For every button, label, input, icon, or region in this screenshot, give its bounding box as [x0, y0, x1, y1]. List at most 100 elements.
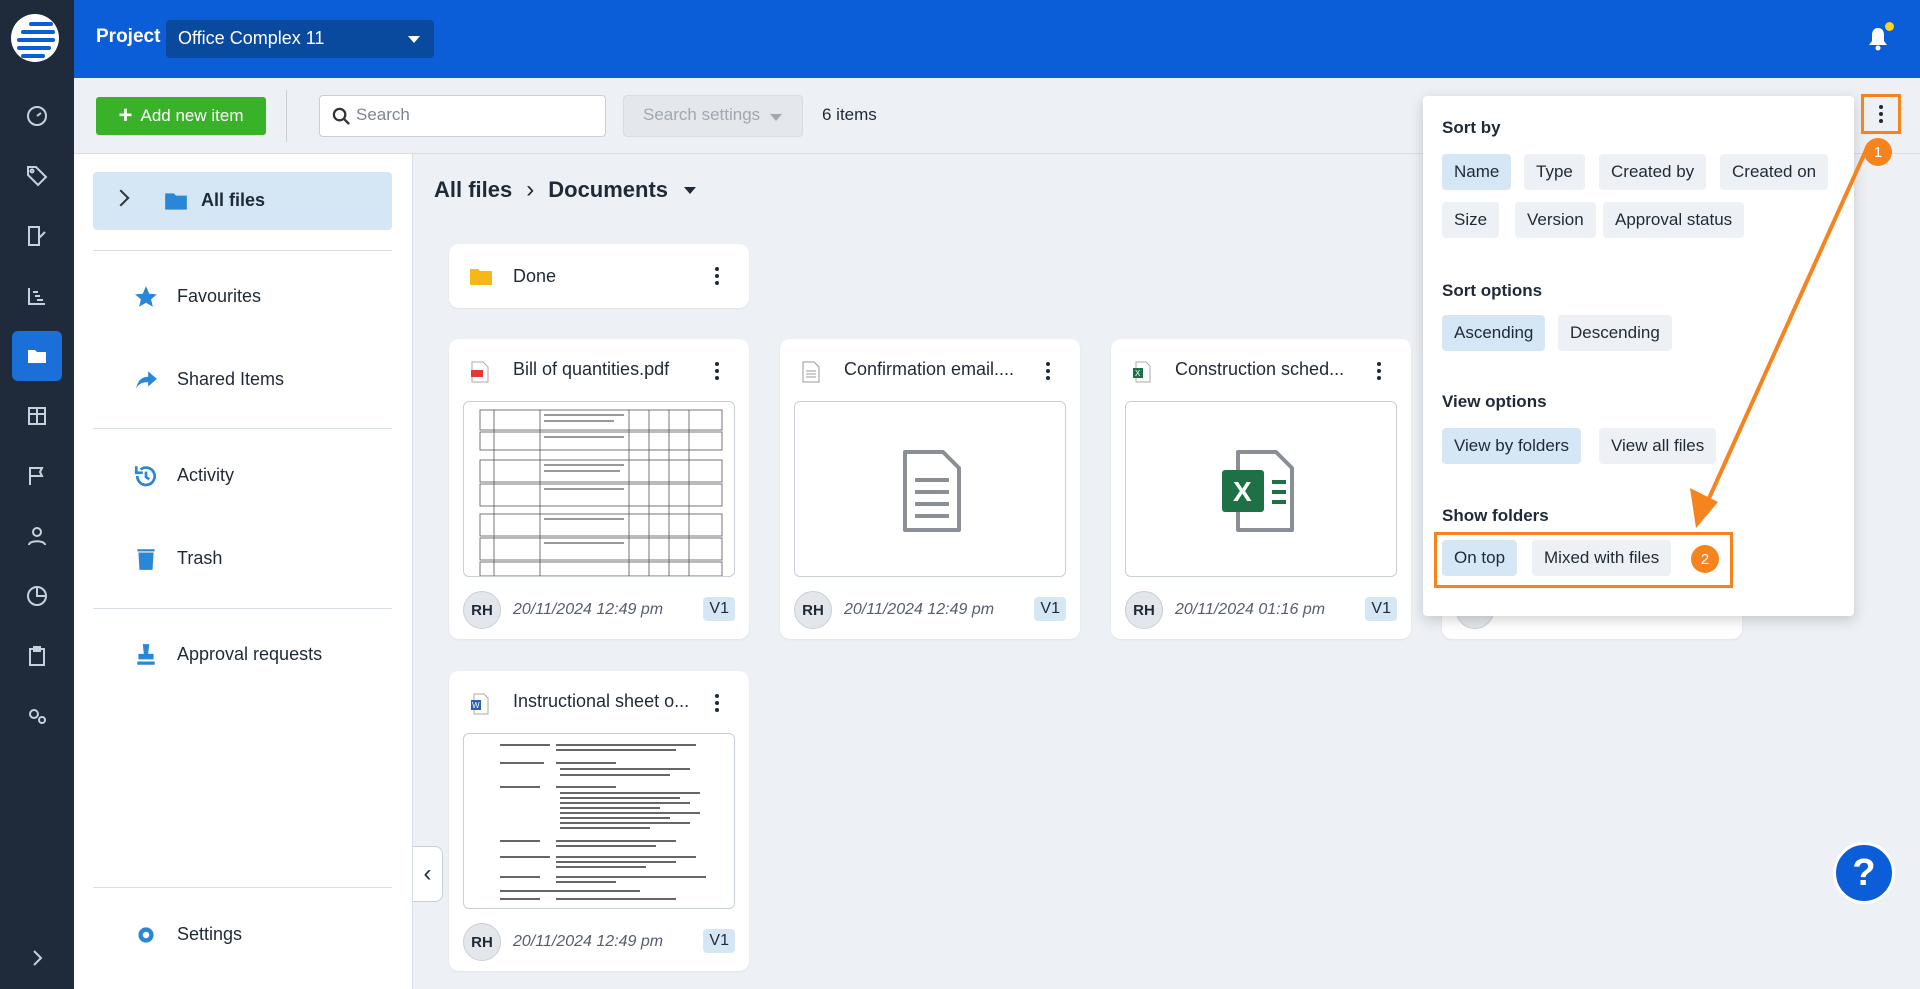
edit-document-icon[interactable] [12, 211, 62, 261]
file-date: 20/11/2024 01:16 pm [1175, 601, 1326, 618]
sort-ascending-option[interactable]: Ascending [1442, 315, 1546, 351]
sort-size-option[interactable]: Size [1442, 202, 1500, 238]
version-badge: V1 [1034, 597, 1066, 621]
file-card[interactable]: Bill of quantities.pdf RH 20/11/2024 12:… [449, 339, 749, 639]
file-menu-button[interactable] [707, 691, 727, 715]
expand-rail-icon[interactable] [12, 933, 62, 983]
view-options-menu-button[interactable] [1861, 94, 1901, 134]
file-date: 20/11/2024 12:49 pm [513, 601, 664, 618]
flag-icon[interactable] [12, 451, 62, 501]
file-menu-button[interactable] [1369, 359, 1389, 383]
nav-divider [93, 608, 392, 609]
sort-descending-option[interactable]: Descending [1558, 315, 1672, 351]
files-icon[interactable] [12, 331, 62, 381]
excel-logo-icon: X [1222, 450, 1294, 532]
sort-version-option[interactable]: Version [1515, 202, 1596, 238]
file-menu-button[interactable] [1038, 359, 1058, 383]
sort-options-heading: Sort options [1442, 281, 1543, 300]
pie-chart-icon[interactable] [12, 571, 62, 621]
nav-favourites[interactable]: Favourites [93, 268, 392, 326]
nav-activity[interactable]: Activity [93, 447, 392, 505]
nav-approval-requests[interactable]: Approval requests [93, 626, 392, 684]
file-card[interactable]: W Instructional sheet o... RH 20/11/2024… [449, 671, 749, 971]
file-name: Bill of quantities.pdf [513, 359, 670, 379]
folder-icon [470, 269, 492, 285]
file-card[interactable]: Confirmation email.... RH 20/11/2024 12:… [780, 339, 1080, 639]
version-badge: V1 [703, 929, 735, 953]
sort-by-heading: Sort by [1442, 118, 1501, 137]
nav-divider [93, 887, 392, 888]
sort-name-option[interactable]: Name [1442, 154, 1512, 190]
clipboard-icon[interactable] [12, 631, 62, 681]
reports-icon[interactable] [12, 391, 62, 441]
gantt-icon[interactable] [12, 271, 62, 321]
history-icon [134, 466, 156, 487]
sort-created-on-option[interactable]: Created on [1720, 154, 1829, 190]
tag-icon[interactable] [12, 151, 62, 201]
nav-settings[interactable]: Settings [93, 906, 392, 964]
file-card[interactable]: X Construction sched... X RH 20/11/2024 … [1111, 339, 1411, 639]
top-bar: Project Office Complex 11 [74, 0, 1920, 78]
search-icon [332, 107, 350, 125]
breadcrumb-current[interactable]: Documents [548, 177, 668, 203]
app-logo[interactable] [11, 14, 59, 62]
sort-type-option[interactable]: Type [1524, 154, 1585, 190]
breadcrumb-root[interactable]: All files [434, 177, 512, 203]
chevron-down-icon[interactable] [684, 186, 697, 194]
collapse-sidebar-button[interactable]: ‹ [413, 846, 443, 902]
view-options-heading: View options [1442, 392, 1547, 411]
nav-label: Favourites [177, 286, 262, 306]
sort-created-by-option[interactable]: Created by [1599, 154, 1707, 190]
author-avatar: RH [463, 591, 501, 629]
file-menu-button[interactable] [707, 359, 727, 383]
file-thumbnail [794, 401, 1066, 577]
user-icon[interactable] [12, 511, 62, 561]
file-thumbnail [463, 733, 735, 909]
nav-label: All files [201, 190, 266, 210]
sort-approval-status-option[interactable]: Approval status [1603, 202, 1745, 238]
search-input[interactable] [356, 105, 596, 125]
chevron-right-icon: › [526, 176, 535, 203]
pdf-file-icon [471, 361, 489, 383]
trash-icon [137, 549, 155, 570]
chevron-right-icon[interactable] [112, 189, 130, 207]
add-new-item-label: Add new item [140, 106, 244, 125]
nav-label: Settings [177, 924, 243, 944]
document-file-icon [802, 361, 820, 383]
search-settings-select[interactable]: Search settings [623, 95, 803, 137]
nav-label: Activity [177, 465, 235, 485]
nav-label: Shared Items [177, 369, 285, 389]
search-box [319, 95, 606, 137]
nav-trash[interactable]: Trash [93, 530, 392, 588]
toolbar-divider [286, 90, 287, 142]
help-button[interactable]: ? [1833, 842, 1895, 904]
folder-menu-button[interactable] [707, 264, 727, 288]
file-name: Construction sched... [1175, 359, 1345, 379]
app-rail [0, 0, 74, 989]
add-new-item-button[interactable]: + Add new item [96, 97, 266, 135]
settings-gears-icon[interactable] [12, 691, 62, 741]
share-arrow-icon [136, 371, 157, 389]
nav-label: Approval requests [177, 644, 323, 664]
nav-divider [93, 250, 392, 251]
svg-text:X: X [1135, 369, 1141, 378]
nav-all-files[interactable]: All files [93, 172, 392, 230]
folder-icon [165, 193, 187, 210]
file-date: 20/11/2024 12:49 pm [844, 601, 995, 618]
file-thumbnail: X [1125, 401, 1397, 577]
plus-icon: + [118, 102, 133, 129]
dashboard-icon[interactable] [12, 91, 62, 141]
svg-text:X: X [1233, 476, 1252, 507]
file-name: Instructional sheet o... [513, 691, 690, 711]
view-by-folders-option[interactable]: View by folders [1442, 428, 1581, 464]
project-select[interactable]: Office Complex 11 [166, 20, 434, 58]
version-badge: V1 [1365, 597, 1397, 621]
star-icon [135, 286, 157, 307]
file-thumbnail [463, 401, 735, 577]
view-all-files-option[interactable]: View all files [1599, 428, 1717, 464]
nav-divider [93, 428, 392, 429]
folder-card[interactable]: Done [449, 244, 749, 308]
gear-icon [138, 927, 154, 943]
nav-shared-items[interactable]: Shared Items [93, 351, 392, 409]
author-avatar: RH [794, 591, 832, 629]
